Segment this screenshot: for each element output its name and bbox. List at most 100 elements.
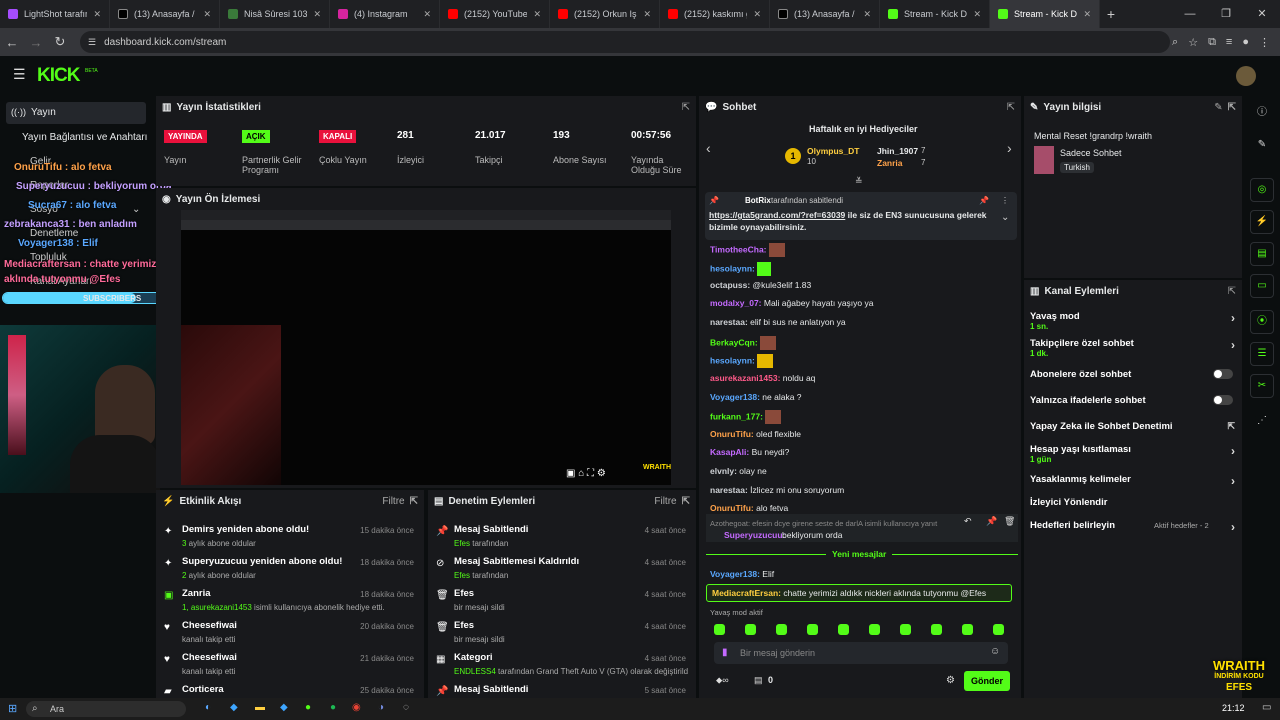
browser-tab[interactable]: (13) Anasayfa / X ✕ [110, 0, 220, 28]
stream-category[interactable]: Sadece Sohbet [1060, 148, 1122, 158]
close-window-icon[interactable]: ✕ [1244, 0, 1280, 28]
emote-icon[interactable] [962, 624, 973, 635]
star-icon[interactable]: ☆ [1188, 36, 1198, 49]
chat-message[interactable]: octapuss: @kule3elif 1.83 [710, 280, 811, 290]
send-button[interactable]: Gönder [964, 671, 1010, 691]
chat-message[interactable]: OnuruTifu: alo fetva [710, 503, 788, 513]
subscribers-only-action[interactable]: Abonelere özel sohbet [1030, 369, 1235, 380]
close-icon[interactable]: ✕ [93, 9, 101, 20]
reload-icon[interactable]: ↻ [48, 34, 72, 50]
close-icon[interactable]: ✕ [863, 9, 871, 20]
back-icon[interactable]: ← [0, 35, 24, 50]
close-icon[interactable]: ✕ [313, 9, 321, 20]
chat-icon[interactable]: ▭ [1250, 274, 1274, 298]
pin-icon[interactable]: 📌 [986, 516, 997, 527]
close-icon[interactable]: ✕ [753, 9, 761, 20]
ai-moderation-action[interactable]: Yapay Zeka ile Sohbet Denetimi ⇱ [1030, 421, 1235, 432]
taskbar-app-icon[interactable]: ◆ [280, 702, 288, 713]
chat-reply-message[interactable]: Azothegoat: efesin dcye girene seste de … [706, 514, 1018, 542]
chevron-left-icon[interactable]: ‹ [706, 140, 711, 156]
folder-icon[interactable]: ▬ [255, 702, 265, 713]
chat-message[interactable]: furkann_177: [710, 410, 782, 424]
gear-icon[interactable]: ⚙ [946, 675, 955, 686]
chat-message[interactable]: TimotheeCha: [710, 243, 785, 257]
taskbar-app-icon[interactable]: ● [305, 702, 311, 713]
close-icon[interactable]: ✕ [203, 9, 211, 20]
emote-icon[interactable] [931, 624, 942, 635]
new-tab-button[interactable]: + [1100, 6, 1122, 22]
pencil-icon[interactable]: ✎ [1214, 102, 1222, 113]
slow-mode-action[interactable]: Yavaş mod 1 sn. › [1030, 311, 1235, 331]
chat-message[interactable]: narestaa: İzlicez mi onu soruyorum [710, 485, 844, 495]
chevron-right-icon[interactable]: › [1007, 140, 1012, 156]
pinned-link[interactable]: https://gta5grand.com/?ref=63039 [709, 210, 845, 220]
browser-tab[interactable]: LightShot tarafından✕ [0, 0, 110, 28]
emote-icon[interactable] [900, 624, 911, 635]
chat-message[interactable]: hesolaynn: [710, 262, 772, 276]
chat-message[interactable]: narestaa: elif bi sus ne anlatıyon ya [710, 317, 846, 327]
menu-icon[interactable]: ⋮ [1259, 36, 1270, 49]
kick-logo[interactable]: KICK [37, 65, 80, 87]
stack-icon[interactable]: ☰ [1250, 342, 1274, 366]
emotes-only-toggle[interactable] [1213, 395, 1233, 405]
highlighted-message[interactable]: MediacraftErsan: chatte yerimizi aldıkk … [706, 584, 1012, 602]
emote-icon[interactable] [993, 624, 1004, 635]
minimize-icon[interactable]: — [1172, 0, 1208, 28]
forward-icon[interactable]: → [24, 35, 48, 50]
trash-icon[interactable]: 🗑 [1004, 516, 1015, 527]
browser-tab[interactable]: (2152) YouTube ✕ [440, 0, 550, 28]
close-icon[interactable]: ✕ [423, 9, 431, 20]
emote-icon[interactable] [714, 624, 725, 635]
preview-video[interactable]: ▣ ⌂ ⛶ ⚙ WRAITH [181, 210, 671, 485]
emote-icon[interactable] [869, 624, 880, 635]
followers-only-action[interactable]: Takipçilere özel sohbet 1 dk. › [1030, 338, 1235, 358]
browser-tab[interactable]: (2152) Orkun Işıtm✕ [550, 0, 660, 28]
gifter-name[interactable]: Jhin_1907 [877, 146, 918, 156]
close-icon[interactable]: ✕ [973, 9, 981, 20]
popout-icon[interactable]: ⇱ [1228, 286, 1236, 297]
browser-tab[interactable]: Nisâ Sûresi 103. a✕ [220, 0, 330, 28]
chat-message[interactable]: KasapAli: Bu neydi? [710, 447, 789, 457]
chat-message[interactable]: OnuruTifu: oled flexible [710, 429, 801, 439]
sidebar-item-stream[interactable]: ((·)) Yayın [6, 102, 146, 124]
chat-message[interactable]: Voyager138: Elif [710, 569, 774, 579]
windows-start-icon[interactable]: ⊞ [8, 702, 17, 715]
top-gifter-name[interactable]: Olympus_DT [807, 146, 859, 156]
browser-tab[interactable]: (13) Anasayfa / X ✕ [770, 0, 880, 28]
browser-tab[interactable]: Stream - Kick Das✕ [880, 0, 990, 28]
unpin-icon[interactable]: 📌 [979, 196, 989, 205]
emote-icon[interactable] [745, 624, 756, 635]
host-action[interactable]: İzleyici Yönlendir [1030, 497, 1235, 508]
browser-tab-active[interactable]: Stream - Kick Das✕ [990, 0, 1100, 28]
more-icon[interactable]: ⋮ [1001, 196, 1009, 205]
chat-input[interactable]: ▮ Bir mesaj gönderin ☺ [714, 642, 1008, 664]
chat-message[interactable]: elvnly: olay ne [710, 466, 767, 476]
banned-words-action[interactable]: Yasaklanmış kelimeler › [1030, 474, 1235, 488]
document-icon[interactable]: ▤ [1250, 242, 1274, 266]
pencil-icon[interactable]: ✎ [1250, 134, 1274, 158]
popout-icon[interactable]: ⇱ [682, 102, 690, 113]
emote-icon[interactable] [838, 624, 849, 635]
reply-icon[interactable]: ↶ [964, 516, 972, 527]
popout-icon[interactable]: ⇱ [1007, 102, 1015, 113]
gifter-name[interactable]: Zanria [877, 158, 903, 168]
site-info-icon[interactable]: ☰ [88, 37, 96, 48]
emotes-only-action[interactable]: Yalnızca ifadelerle sohbet [1030, 395, 1235, 406]
hamburger-icon[interactable]: ☰ [13, 66, 26, 83]
emoji-icon[interactable]: ☺ [990, 646, 1000, 657]
preview-controls[interactable]: ▣ ⌂ ⛶ ⚙ [566, 468, 606, 479]
popout-icon[interactable]: ⇱ [410, 496, 418, 507]
chevron-down-icon[interactable]: ⌄ [1001, 212, 1009, 223]
taskbar-app-icon[interactable]: ◌ [403, 702, 409, 713]
chat-message[interactable]: Voyager138: ne alaka ? [710, 392, 802, 402]
browser-tab[interactable]: (2152) kaskımı ge✕ [660, 0, 770, 28]
filter-button[interactable]: Filtre [382, 496, 404, 507]
info-icon[interactable]: ⓘ [1250, 102, 1274, 126]
infinity-icon[interactable]: ⬥∞ [716, 675, 729, 686]
lightning-icon[interactable]: ⚡ [1250, 210, 1274, 234]
zoom-icon[interactable]: ⌕ [1172, 36, 1178, 49]
url-field[interactable]: ☰ dashboard.kick.com/stream [80, 31, 1170, 53]
chat-message[interactable]: asurekazani1453: noldu aq [710, 373, 815, 383]
popout-icon[interactable]: ⇱ [682, 496, 690, 507]
emote-icon[interactable] [807, 624, 818, 635]
